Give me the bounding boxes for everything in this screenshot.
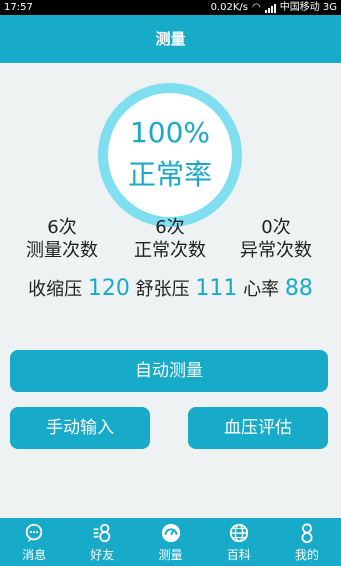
stat-count: 6次 bbox=[47, 217, 77, 238]
status-time: 17:57 bbox=[4, 2, 33, 13]
tab-encyclopedia[interactable]: 百科 bbox=[205, 518, 273, 566]
chat-icon bbox=[0, 522, 68, 548]
stat-normal-count: 6次 正常次数 bbox=[120, 216, 220, 262]
status-bar: 17:57 0.02K/s ◠ 中国移动 3G bbox=[0, 0, 341, 15]
tab-mine[interactable]: 我的 bbox=[273, 518, 341, 566]
normal-rate-percent: 100% bbox=[129, 116, 211, 149]
tab-label: 测量 bbox=[158, 548, 183, 562]
bp-assessment-button[interactable]: 血压评估 bbox=[188, 407, 328, 449]
normal-rate-label: 正常率 bbox=[127, 158, 212, 191]
tab-measure[interactable]: 测量 bbox=[136, 518, 204, 566]
heart-rate-value: 88 bbox=[284, 276, 313, 301]
app-bar: 测量 bbox=[0, 15, 341, 63]
tab-label: 我的 bbox=[294, 548, 319, 562]
status-right: 0.02K/s ◠ 中国移动 3G bbox=[211, 0, 337, 15]
stat-abnormal-count: 0次 异常次数 bbox=[226, 216, 326, 262]
stats-row: 6次 测量次数 6次 正常次数 0次 异常次数 bbox=[0, 216, 341, 266]
systolic-value: 120 bbox=[87, 276, 130, 301]
page-title: 测量 bbox=[155, 30, 186, 48]
network-speed: 0.02K/s bbox=[210, 2, 248, 13]
blood-pressure-readout: 收缩压 120 舒张压 111 心率 88 bbox=[0, 275, 341, 301]
stat-measure-count: 6次 测量次数 bbox=[12, 216, 112, 262]
diastolic-label: 舒张压 bbox=[135, 279, 190, 300]
tab-label: 消息 bbox=[22, 548, 47, 562]
stat-label: 测量次数 bbox=[26, 240, 98, 261]
person-icon bbox=[273, 522, 341, 548]
tab-messages[interactable]: 消息 bbox=[0, 518, 68, 566]
bottom-tab-bar: 消息 好友 测量 百科 我的 bbox=[0, 518, 341, 566]
tab-friends[interactable]: 好友 bbox=[68, 518, 136, 566]
measure-content: 100% 正常率 6次 测量次数 6次 正常次数 0次 异常次数 收缩压 120… bbox=[0, 63, 341, 518]
stat-count: 0次 bbox=[261, 217, 291, 238]
tab-label: 好友 bbox=[90, 548, 115, 562]
globe-icon bbox=[205, 522, 273, 548]
diastolic-value: 111 bbox=[195, 276, 238, 301]
wifi-icon: ◠ bbox=[251, 2, 261, 13]
manual-input-button[interactable]: 手动输入 bbox=[10, 407, 150, 449]
normal-rate-ring: 100% 正常率 bbox=[98, 83, 242, 227]
tab-label: 百科 bbox=[226, 548, 251, 562]
stat-count: 6次 bbox=[155, 217, 185, 238]
signal-icon bbox=[264, 3, 276, 13]
gauge-icon bbox=[136, 522, 204, 548]
stat-label: 异常次数 bbox=[240, 240, 312, 261]
carrier-label: 中国移动 3G bbox=[279, 2, 337, 13]
auto-measure-button[interactable]: 自动测量 bbox=[10, 350, 328, 392]
friends-icon bbox=[68, 522, 136, 548]
heart-rate-label: 心率 bbox=[243, 279, 280, 300]
stat-label: 正常次数 bbox=[134, 240, 206, 261]
systolic-label: 收缩压 bbox=[28, 279, 83, 300]
